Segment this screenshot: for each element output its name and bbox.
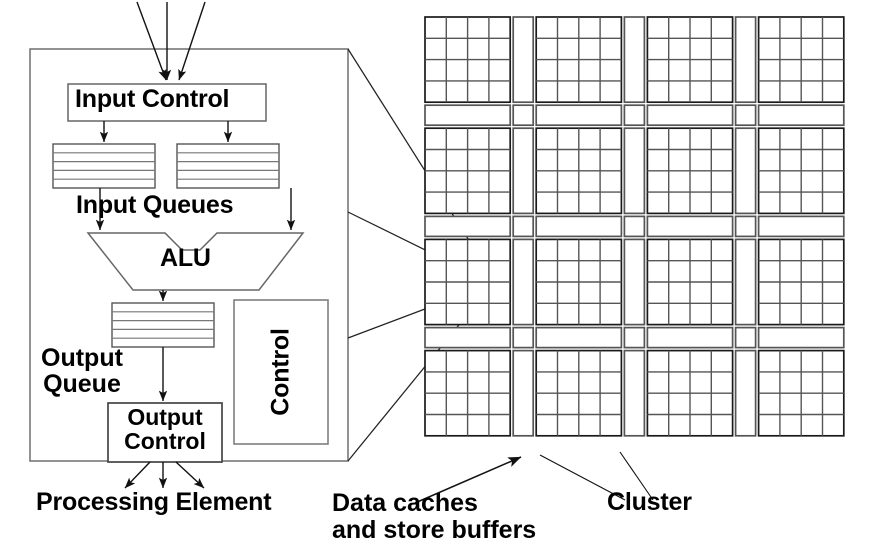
output-control-label-line1: Output xyxy=(127,404,203,430)
processing-element-label: Processing Element xyxy=(36,488,272,516)
diagram-canvas: Input Control Input Queues ALU Output Qu… xyxy=(0,0,880,560)
data-cache-junction xyxy=(734,215,757,238)
output-control-label-line2: Control xyxy=(124,428,206,455)
data-cache-junction xyxy=(623,326,646,349)
data-cache-junction xyxy=(512,326,535,349)
data-cache-column xyxy=(512,238,535,326)
data-cache-row xyxy=(757,104,845,127)
data-cache-row xyxy=(646,215,734,238)
data-cache-junction xyxy=(734,104,757,127)
data-cache-column xyxy=(623,16,646,104)
data-cache-column xyxy=(512,16,535,104)
data-cache-row xyxy=(757,215,845,238)
data-cache-row xyxy=(757,326,845,349)
data-cache-column xyxy=(623,349,646,437)
data-cache-row xyxy=(535,326,623,349)
data-cache-row xyxy=(646,326,734,349)
data-cache-row xyxy=(535,104,623,127)
input-control-label: Input Control xyxy=(75,85,230,113)
output-queue-label-line1: Output xyxy=(41,344,123,372)
data-cache-column xyxy=(734,127,757,215)
data-cache-column xyxy=(512,349,535,437)
output-queue-label: Output Queue xyxy=(41,345,123,397)
data-caches-label-line1: Data caches xyxy=(332,489,478,517)
alu-label: ALU xyxy=(160,244,211,272)
input-queues-label: Input Queues xyxy=(76,191,234,219)
data-caches-label: Data caches and store buffers xyxy=(332,490,536,544)
data-cache-column xyxy=(623,238,646,326)
input-queue-right xyxy=(176,143,280,189)
pe-input-arrows xyxy=(136,1,206,81)
output-control-label: Output Control xyxy=(110,405,220,454)
diagram-vector-layer xyxy=(29,1,845,504)
input-control-to-queues-arrows xyxy=(99,121,233,143)
data-cache-row xyxy=(424,104,512,127)
data-cache-junction xyxy=(512,215,535,238)
data-cache-row xyxy=(646,104,734,127)
data-cache-row xyxy=(424,326,512,349)
data-cache-column xyxy=(623,127,646,215)
output-queue-label-line2: Queue xyxy=(43,370,121,398)
data-cache-junction xyxy=(623,215,646,238)
data-cache-column xyxy=(734,16,757,104)
output-queue-box xyxy=(111,302,215,348)
data-cache-junction xyxy=(623,104,646,127)
data-cache-junction xyxy=(512,104,535,127)
data-cache-column xyxy=(734,238,757,326)
data-cache-junction xyxy=(734,326,757,349)
cluster-label: Cluster xyxy=(607,488,692,516)
data-cache-column xyxy=(734,349,757,437)
input-queue-left xyxy=(52,143,156,189)
cluster-array xyxy=(424,16,845,437)
control-label: Control xyxy=(266,328,295,416)
data-caches-label-line2: and store buffers xyxy=(332,516,537,544)
data-cache-row xyxy=(535,215,623,238)
data-cache-column xyxy=(512,127,535,215)
data-cache-row xyxy=(424,215,512,238)
pe-output-arrows xyxy=(124,461,205,489)
